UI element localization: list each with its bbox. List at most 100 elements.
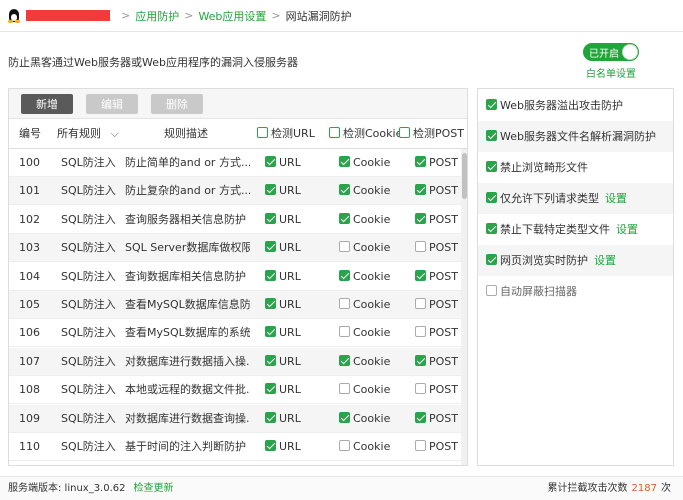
detect-post-checkbox[interactable]: POST <box>415 405 458 433</box>
column-cookie-label: 检测Cookie <box>343 127 403 140</box>
option-settings-link[interactable]: 设置 <box>594 254 616 267</box>
protection-option[interactable]: 仅允许下列请求类型 设置 <box>478 183 673 214</box>
protection-option[interactable]: Web服务器文件名解析漏洞防护 <box>478 121 673 152</box>
checkbox-icon[interactable] <box>486 254 497 265</box>
detect-cookie-checkbox[interactable]: Cookie <box>339 348 390 376</box>
detect-url-checkbox[interactable]: URL <box>265 234 301 262</box>
detect-post-checkbox[interactable]: POST <box>415 177 458 205</box>
checkbox-icon <box>339 269 350 281</box>
table-row[interactable]: 100 SQL防注入 防止简单的and or 方式... URL Cookie POST <box>9 149 461 177</box>
attack-count-label: 累计拦截攻击次数 <box>547 483 628 494</box>
detect-url-checkbox[interactable]: URL <box>265 376 301 404</box>
rule-filter-dropdown[interactable]: 所有规则 ⌵ <box>57 119 119 149</box>
detect-cookie-label: Cookie <box>353 156 391 169</box>
rule-category: SQL防注入 <box>61 269 116 283</box>
attack-count-value: 2187 <box>631 483 657 494</box>
detect-url-label: URL <box>279 326 301 340</box>
add-button[interactable]: 新增 <box>21 93 73 114</box>
checkbox-icon[interactable] <box>486 285 497 296</box>
checkbox-icon <box>415 383 426 395</box>
detect-cookie-checkbox[interactable]: Cookie <box>339 319 390 347</box>
detect-post-checkbox[interactable]: POST <box>415 376 458 404</box>
protection-toggle[interactable]: 已开启 <box>583 43 639 61</box>
rule-description: 查看MySQL数据库的系统... <box>125 326 250 340</box>
rule-filter-label: 所有规则 <box>57 127 101 140</box>
detect-cookie-checkbox[interactable]: Cookie <box>339 291 390 319</box>
detect-cookie-checkbox[interactable]: Cookie <box>339 177 390 205</box>
table-row[interactable]: 101 SQL防注入 防止复杂的and or 方式... URL Cookie POST <box>9 177 461 206</box>
protection-option[interactable]: 禁止下载特定类型文件 设置 <box>478 214 673 245</box>
column-url-header[interactable]: 检测URL <box>257 119 315 149</box>
detect-post-checkbox[interactable]: POST <box>415 234 458 262</box>
detect-cookie-checkbox[interactable]: Cookie <box>339 433 390 461</box>
detect-post-checkbox[interactable]: POST <box>415 291 458 319</box>
column-post-header[interactable]: 检测POST <box>399 119 464 149</box>
table-row[interactable]: 109 SQL防注入 对数据库进行数据查询操... URL Cookie POST <box>9 404 461 433</box>
checkbox-icon[interactable] <box>486 161 497 172</box>
table-scrollbar[interactable] <box>461 149 467 465</box>
detect-url-checkbox[interactable]: URL <box>265 405 301 433</box>
scrollbar-thumb[interactable] <box>462 153 467 199</box>
detect-cookie-checkbox[interactable]: Cookie <box>339 234 390 262</box>
detect-post-label: POST <box>429 326 458 340</box>
table-row[interactable]: 105 SQL防注入 查看MySQL数据库信息防... URL Cookie POST <box>9 291 461 319</box>
table-row[interactable]: 106 SQL防注入 查看MySQL数据库的系统... URL Cookie POST <box>9 319 461 348</box>
breadcrumb-app-protection[interactable]: 应用防护 <box>135 8 179 24</box>
detect-post-checkbox[interactable]: POST <box>415 319 458 347</box>
detect-url-checkbox[interactable]: URL <box>265 206 301 234</box>
delete-button[interactable]: 删除 <box>151 93 203 114</box>
protection-option[interactable]: 禁止浏览畸形文件 <box>478 152 673 183</box>
column-post-label: 检测POST <box>413 127 464 140</box>
detect-cookie-checkbox[interactable]: Cookie <box>339 263 390 291</box>
detect-cookie-checkbox[interactable]: Cookie <box>339 206 390 234</box>
rule-description: SQL Server数据库做权限... <box>125 241 250 255</box>
rule-id: 105 <box>19 298 40 311</box>
rule-id: 110 <box>19 440 40 453</box>
table-row[interactable]: 108 SQL防注入 本地或远程的数据文件批... URL Cookie POST <box>9 376 461 405</box>
detect-post-label: POST <box>429 212 458 226</box>
table-row[interactable]: 107 SQL防注入 对数据库进行数据插入操... URL Cookie POST <box>9 347 461 376</box>
detect-cookie-checkbox[interactable]: Cookie <box>339 149 390 177</box>
detect-url-checkbox[interactable]: URL <box>265 149 301 177</box>
detect-post-checkbox[interactable]: POST <box>415 348 458 376</box>
protection-option[interactable]: 自动屏蔽扫描器 <box>478 276 673 307</box>
detect-url-checkbox[interactable]: URL <box>265 263 301 291</box>
table-row[interactable]: 104 SQL防注入 查询数据库相关信息防护 URL Cookie POST <box>9 263 461 291</box>
detect-url-label: URL <box>279 411 301 425</box>
detect-cookie-checkbox[interactable]: Cookie <box>339 405 390 433</box>
protection-option[interactable]: 网页浏览实时防护 设置 <box>478 245 673 276</box>
detect-url-checkbox[interactable]: URL <box>265 177 301 205</box>
protection-option[interactable]: Web服务器溢出攻击防护 <box>478 90 673 121</box>
option-settings-link[interactable]: 设置 <box>616 223 638 236</box>
detect-url-checkbox[interactable]: URL <box>265 348 301 376</box>
breadcrumb-web-settings[interactable]: Web应用设置 <box>198 8 266 24</box>
edit-button[interactable]: 编辑 <box>86 93 138 114</box>
detect-url-checkbox[interactable]: URL <box>265 433 301 461</box>
detect-url-checkbox[interactable]: URL <box>265 291 301 319</box>
detect-post-checkbox[interactable]: POST <box>415 433 458 461</box>
attack-count-unit: 次 <box>661 483 671 494</box>
detect-post-checkbox[interactable]: POST <box>415 263 458 291</box>
detect-url-checkbox[interactable]: URL <box>265 319 301 347</box>
checkbox-icon[interactable] <box>486 192 497 203</box>
checkbox-icon <box>415 298 426 309</box>
detect-post-checkbox[interactable]: POST <box>415 149 458 177</box>
checkbox-icon[interactable] <box>486 223 497 234</box>
table-row[interactable]: 103 SQL防注入 SQL Server数据库做权限... URL Cookie POS… <box>9 234 461 263</box>
option-settings-link[interactable]: 设置 <box>605 192 627 205</box>
detect-post-checkbox[interactable]: POST <box>415 206 458 234</box>
whitelist-settings-link[interactable]: 白名单设置 <box>582 65 640 80</box>
check-update-link[interactable]: 检查更新 <box>134 483 174 494</box>
column-id: 编号 <box>19 127 41 140</box>
table-row[interactable]: 110 SQL防注入 基于时间的注入判断防护 URL Cookie POST <box>9 433 461 461</box>
detect-url-label: URL <box>279 354 301 368</box>
checkbox-icon[interactable] <box>486 99 497 110</box>
detect-cookie-checkbox[interactable]: Cookie <box>339 376 390 404</box>
detect-url-label: URL <box>279 156 301 169</box>
table-row[interactable]: 102 SQL防注入 查询服务器相关信息防护 URL Cookie POST <box>9 206 461 234</box>
rule-category: SQL防注入 <box>61 156 116 169</box>
detect-cookie-label: Cookie <box>353 440 391 453</box>
checkbox-icon[interactable] <box>486 130 497 141</box>
column-url-label: 检测URL <box>271 127 315 140</box>
column-cookie-header[interactable]: 检测Cookie <box>329 119 402 149</box>
